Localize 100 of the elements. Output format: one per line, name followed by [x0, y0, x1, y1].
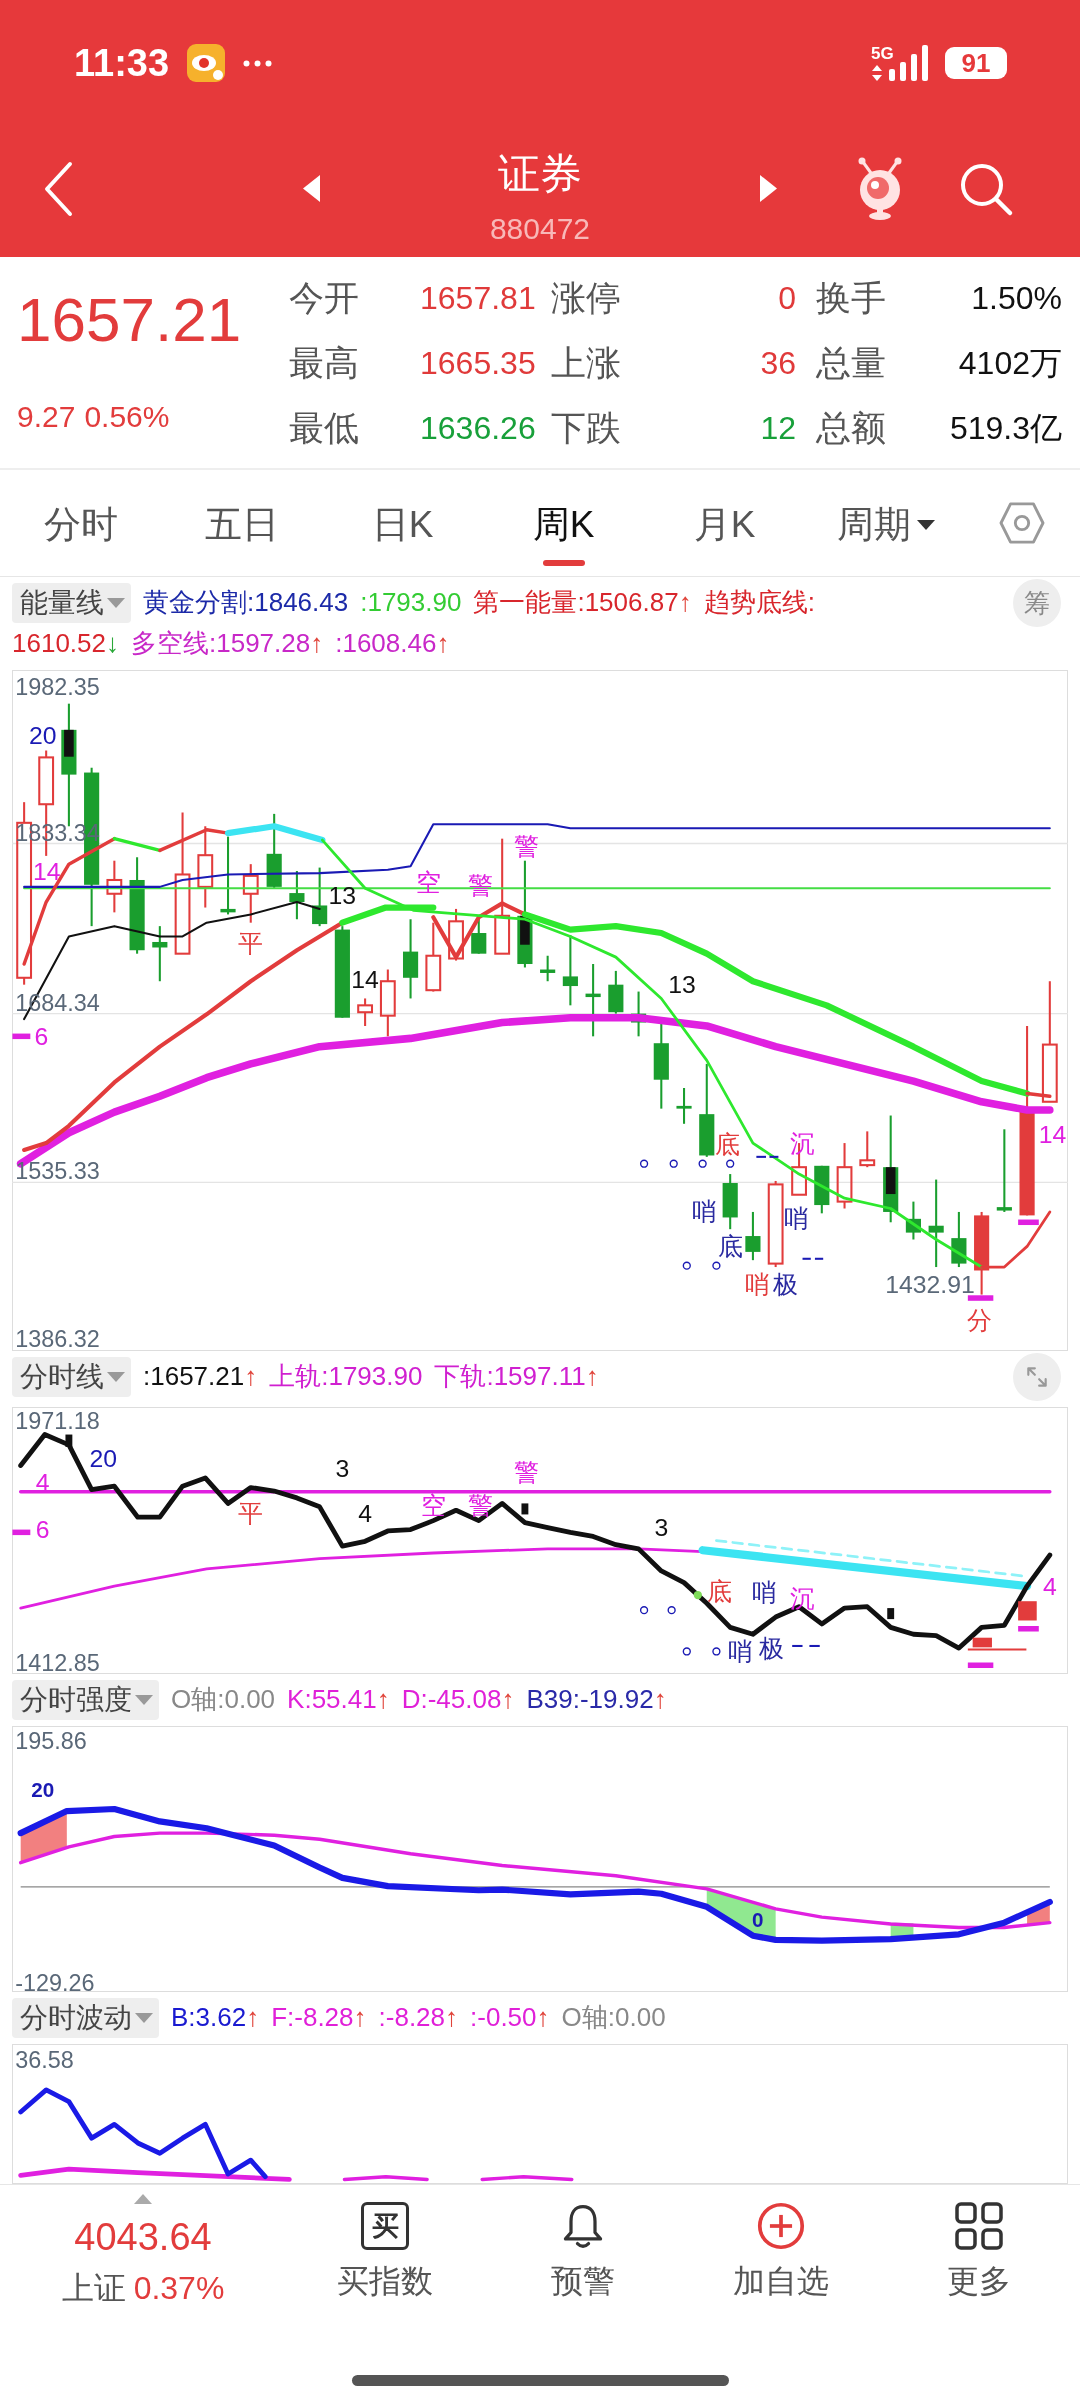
stat-value: 1665.35 — [419, 345, 537, 382]
stat-label: 最高 — [289, 342, 360, 384]
chart-label: 底 — [717, 1232, 743, 1260]
chart-label: 0 — [752, 1908, 764, 1932]
chart-label: 哨 — [728, 1638, 753, 1665]
nav-button[interactable]: 更多 — [880, 2185, 1078, 2344]
chart-label: 1432.91 — [885, 1270, 975, 1298]
chart-label: 6 — [35, 1516, 50, 1544]
right-triangle-icon[interactable] — [760, 175, 777, 202]
grid-icon — [955, 2202, 1003, 2250]
more-icon — [243, 59, 273, 67]
nav-button[interactable]: 买 买指数 — [286, 2185, 484, 2344]
indicator-readout: D:-45.08↑ — [401, 1683, 515, 1716]
chart-label: 警 — [514, 1458, 540, 1486]
chart-label: 警 — [514, 833, 540, 861]
app-icon — [187, 44, 226, 82]
nav-button[interactable]: 加自选 — [682, 2185, 880, 2344]
tab[interactable]: 月K — [644, 470, 805, 576]
candlestick — [631, 991, 647, 1037]
index-value[interactable]: 4043.64 — [74, 2215, 212, 2259]
caret-icon — [135, 1694, 153, 1705]
bar-marker — [967, 1295, 994, 1301]
chart-label: 3 — [654, 1514, 669, 1541]
chart-label: 极 — [772, 1270, 798, 1298]
settings-icon[interactable] — [999, 502, 1045, 544]
stat-value: 519.3亿 — [948, 408, 1062, 448]
left-triangle-icon[interactable] — [303, 175, 320, 202]
candlestick — [562, 935, 578, 1006]
chart-label: 4 — [1042, 1572, 1057, 1600]
circle-marker — [682, 1647, 691, 1656]
indicator-dropdown[interactable]: 分时线 — [12, 1356, 131, 1397]
square-marker — [887, 1608, 895, 1620]
chart-label: 哨 — [691, 1198, 717, 1226]
period-dropdown[interactable]: 周期 — [805, 470, 966, 576]
stat-label: 总额 — [815, 407, 887, 449]
candlestick — [676, 1088, 692, 1124]
expand-icon — [1024, 1364, 1050, 1390]
chart-label: 极 — [759, 1634, 784, 1662]
indicator-readout: :1657.21↑ — [143, 1360, 258, 1393]
back-icon[interactable] — [43, 160, 73, 217]
indicator-readout: O轴:0.00 — [171, 1683, 276, 1716]
candlestick — [242, 864, 259, 923]
stat-value: 1657.81 — [419, 280, 537, 317]
circle-marker — [698, 1159, 707, 1168]
tab[interactable]: 五日 — [161, 470, 322, 576]
chart-label: 哨 — [783, 1205, 809, 1233]
stat-count: 36 — [759, 345, 796, 382]
current-price: 1657.21 — [17, 285, 243, 355]
chart-label: 13 — [668, 971, 696, 999]
bar-marker — [12, 1529, 31, 1536]
stat-label: 最低 — [289, 407, 360, 449]
tab[interactable]: 周K — [483, 470, 644, 576]
axis-label: 1535.33 — [15, 1158, 100, 1185]
candlestick — [859, 1131, 876, 1168]
chart-label: 底 — [714, 1130, 740, 1158]
data-arrows-icon — [871, 65, 883, 81]
stat-count: 12 — [759, 410, 796, 447]
chart-label: 哨 — [752, 1579, 778, 1607]
chart-label: 空 — [421, 1492, 447, 1519]
page-title: 证券 — [498, 148, 582, 199]
chart-label: 14 — [1038, 1121, 1067, 1149]
candlestick — [905, 1201, 921, 1240]
stat-value: 4102万 — [957, 343, 1062, 383]
stat-label: 总量 — [815, 342, 887, 384]
caret-icon — [107, 597, 125, 608]
dash-marker — [756, 1155, 766, 1158]
indicator-readout: O轴:0.00 — [561, 2001, 666, 2034]
axis-label: -129.26 — [15, 1969, 95, 1992]
candlestick — [425, 922, 442, 992]
circle-marker — [712, 1647, 721, 1656]
indicator-readout: 多空线:1597.28↑ — [131, 627, 324, 660]
tab[interactable]: 分时 — [0, 470, 161, 576]
square-marker — [521, 1503, 529, 1515]
indicator-readout: :1793.90 — [360, 586, 462, 619]
candlestick — [152, 926, 168, 982]
candlestick — [608, 970, 624, 1014]
indicator-dropdown[interactable]: 能量线 — [12, 582, 131, 623]
candlestick — [379, 969, 396, 1037]
candlestick — [836, 1143, 853, 1209]
bar-marker — [1018, 1219, 1039, 1226]
indicator-readout: :-0.50↑ — [470, 2001, 550, 2034]
indicator-dropdown[interactable]: 分时强度 — [12, 1679, 159, 1720]
chart-label: 分 — [967, 1307, 993, 1335]
expand-button[interactable] — [1013, 1353, 1061, 1401]
chart-label: 3 — [335, 1455, 350, 1483]
axis-label: 1982.35 — [15, 674, 100, 701]
chart-label: 20 — [28, 721, 57, 749]
indicator-readout: :-8.28↑ — [378, 2001, 459, 2034]
circle-marker — [669, 1159, 678, 1168]
nav-button[interactable]: 预警 — [484, 2185, 682, 2344]
chart-label: 20 — [89, 1445, 118, 1473]
chart-label: 14 — [351, 965, 379, 993]
tab[interactable]: 日K — [322, 470, 483, 576]
battery-indicator: 91 — [945, 47, 1007, 79]
bar-marker — [12, 1033, 31, 1040]
indicator-readout: B39:-19.92↑ — [526, 1683, 667, 1716]
indicator-readout: F:-8.28↑ — [271, 2001, 367, 2034]
indicator-dropdown[interactable]: 分时波动 — [12, 1997, 159, 2038]
circle-marker — [639, 1606, 649, 1615]
stat-label: 上涨 — [550, 342, 622, 384]
